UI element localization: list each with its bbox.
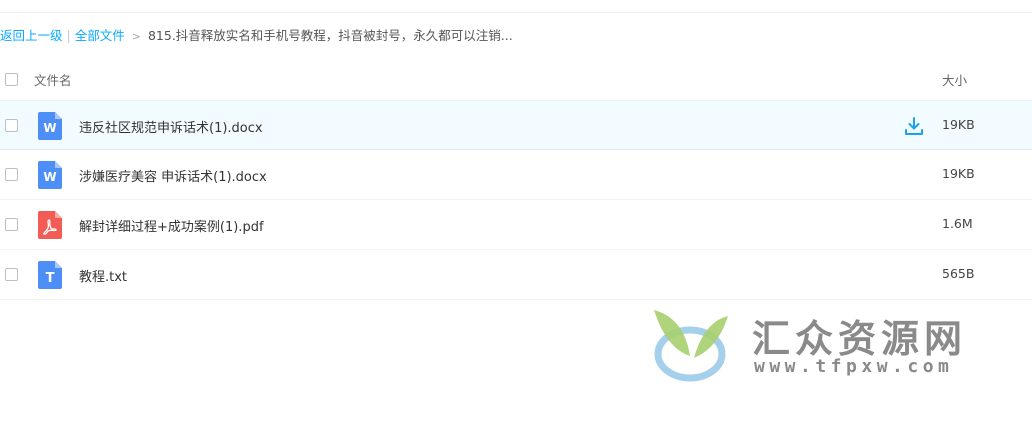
row-checkbox[interactable] — [5, 268, 18, 281]
column-header-name[interactable]: 文件名 — [34, 70, 72, 89]
word-file-icon: W — [38, 161, 62, 189]
file-size: 19KB — [942, 166, 975, 181]
file-size: 565B — [942, 266, 975, 281]
current-folder: 815.抖音释放实名和手机号教程，抖音被封号，永久都可以注销... — [147, 28, 513, 43]
word-icon-letter: W — [43, 170, 56, 184]
word-icon-letter: W — [43, 121, 56, 135]
breadcrumb-separator: | — [66, 28, 71, 43]
column-header-size[interactable]: 大小 — [942, 70, 967, 89]
breadcrumb: 返回上一级 | 全部文件 >815.抖音释放实名和手机号教程，抖音被封号，永久都可以注… — [0, 27, 513, 45]
row-checkbox[interactable] — [5, 119, 18, 132]
file-row[interactable]: W 违反社区规范申诉话术(1).docx 19KB — [0, 100, 1032, 150]
back-link[interactable]: 返回上一级 — [0, 28, 63, 43]
word-file-icon: W — [38, 112, 62, 140]
file-name[interactable]: 违反社区规范申诉话术(1).docx — [79, 117, 263, 136]
row-checkbox[interactable] — [5, 218, 18, 231]
file-list-header: 文件名 大小 — [0, 58, 1032, 100]
file-name[interactable]: 解封详细过程+成功案例(1).pdf — [79, 216, 264, 235]
watermark-title: 汇众资源网 — [752, 317, 968, 361]
file-row[interactable]: 解封详细过程+成功案例(1).pdf 1.6M — [0, 200, 1032, 250]
file-row[interactable]: T 教程.txt 565B — [0, 250, 1032, 300]
file-name[interactable]: 教程.txt — [79, 266, 127, 285]
row-checkbox[interactable] — [5, 168, 18, 181]
watermark-leaf-logo — [654, 310, 728, 382]
breadcrumb-arrow: > — [131, 30, 141, 43]
watermark-url: www.tfpxw.com — [754, 356, 954, 377]
file-size: 19KB — [942, 117, 975, 132]
file-size: 1.6M — [942, 216, 973, 231]
watermark: 汇众资源网 www.tfpxw.com — [646, 304, 1032, 384]
pdf-file-icon — [38, 211, 62, 239]
file-name[interactable]: 涉嫌医疗美容 申诉话术(1).docx — [79, 166, 267, 185]
txt-file-icon: T — [38, 261, 62, 289]
download-icon[interactable] — [904, 116, 924, 136]
all-files-link[interactable]: 全部文件 — [75, 28, 125, 43]
select-all-checkbox[interactable] — [5, 73, 18, 86]
txt-icon-letter: T — [46, 271, 55, 286]
top-divider — [0, 12, 1032, 13]
file-row[interactable]: W 涉嫌医疗美容 申诉话术(1).docx 19KB — [0, 150, 1032, 200]
